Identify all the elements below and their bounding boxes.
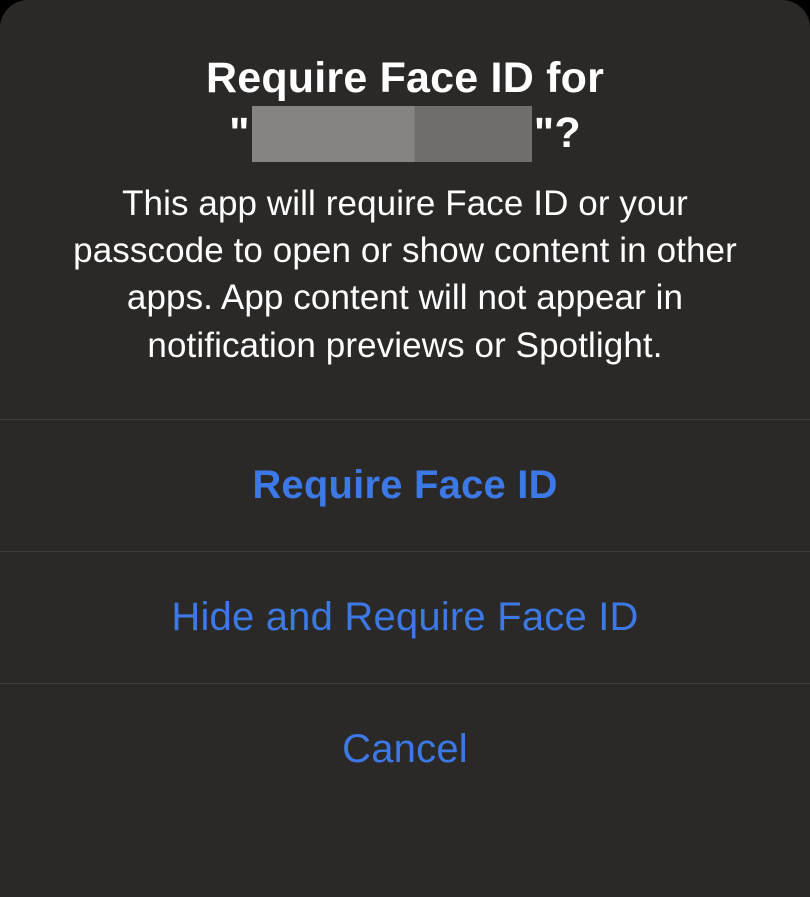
alert-header: Require Face ID for " " ? This app will … (0, 0, 810, 419)
cancel-button[interactable]: Cancel (0, 683, 810, 815)
redacted-app-name (252, 106, 532, 162)
alert-dialog: Require Face ID for " " ? This app will … (0, 0, 810, 897)
alert-title-app-line: " " ? (60, 106, 750, 162)
quote-open: " (229, 107, 250, 161)
require-face-id-button[interactable]: Require Face ID (0, 419, 810, 551)
alert-buttons: Require Face ID Hide and Require Face ID… (0, 419, 810, 897)
hide-and-require-face-id-button[interactable]: Hide and Require Face ID (0, 551, 810, 683)
alert-title: Require Face ID for " " ? (60, 52, 750, 162)
alert-title-prefix: Require Face ID for (60, 52, 750, 106)
alert-message: This app will require Face ID or your pa… (60, 180, 750, 369)
question-mark: ? (554, 107, 580, 161)
quote-close: " (534, 107, 555, 161)
